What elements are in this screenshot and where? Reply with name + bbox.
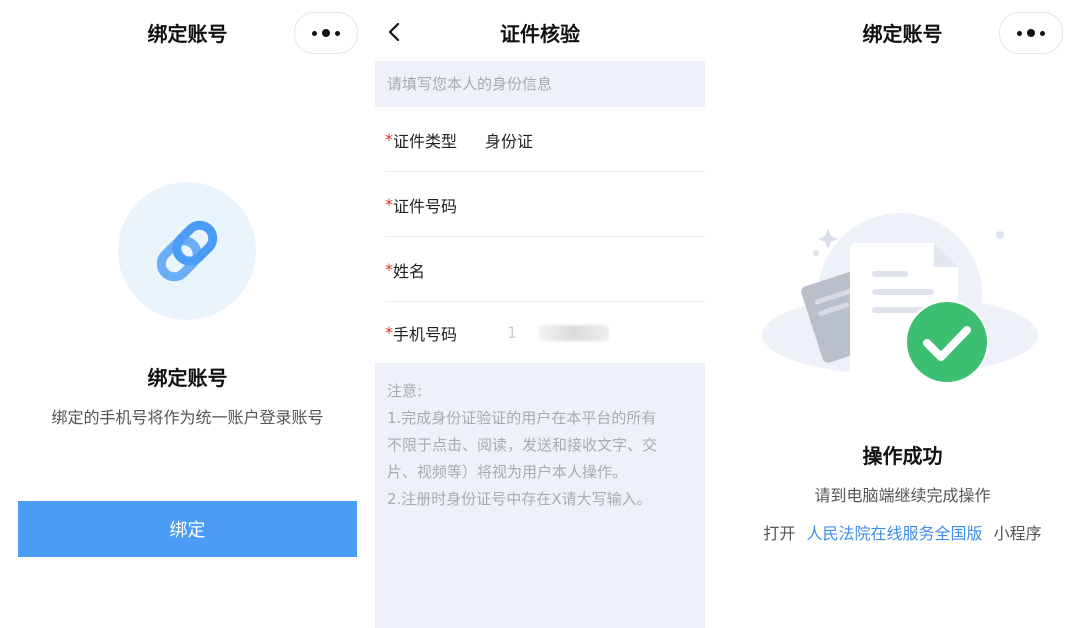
notice-line: 2.注册时身份证号中存在X请大写输入。 (387, 490, 652, 508)
notice-box: 注意: 1.完成身份证验证的用户在本平台的所有 不限于点击、阅读，发送和接收文字… (375, 363, 705, 628)
required-mark: * (385, 260, 393, 279)
required-mark: * (385, 195, 393, 214)
id-type-select[interactable]: 身份证 (485, 128, 533, 152)
phone-input[interactable]: 1 (507, 323, 517, 342)
id-type-row[interactable]: * 证件类型 身份证 (375, 107, 705, 172)
link-icon-badge (118, 182, 256, 320)
success-screen: 绑定账号 操作成功 请到电脑端继续完成操作 打开 人民法院在线服务全国版 小程序 (725, 0, 1080, 628)
success-subtitle: 请到电脑端继续完成操作 (814, 486, 991, 505)
more-dots-icon (312, 30, 317, 36)
blurred-phone-number (539, 324, 610, 341)
name-row[interactable]: * 姓名 (375, 237, 705, 302)
notice-title: 注意: (387, 382, 423, 400)
name-label: 姓名 (393, 261, 426, 281)
id-number-label: 证件号码 (393, 196, 458, 216)
required-mark: * (385, 323, 393, 342)
required-mark: * (385, 130, 393, 149)
phone-row[interactable]: * 手机号码 1 (375, 300, 705, 365)
more-dots-icon (1017, 30, 1022, 36)
phone-label: 手机号码 (393, 324, 458, 344)
id-number-row[interactable]: * 证件号码 (375, 172, 705, 237)
bind-description: 绑定的手机号将作为统一账户登录账号 (51, 408, 324, 427)
bind-heading: 绑定账号 (147, 366, 228, 390)
info-tip: 请填写您本人的身份信息 (375, 61, 705, 107)
bind-account-screen: 绑定账号 绑定账号 绑定的手机号将作为统一账户登录账号 绑定 (0, 0, 375, 628)
id-type-label: 证件类型 (393, 131, 458, 151)
more-menu-button[interactable] (294, 12, 358, 54)
more-menu-button[interactable] (999, 12, 1063, 54)
success-heading: 操作成功 (862, 444, 943, 468)
nav-title: 证件核验 (500, 22, 580, 46)
success-illustration-icon (762, 213, 1038, 384)
bind-button[interactable]: 绑定 (18, 501, 357, 557)
notice-line: 片、视频等）将视为用户本人操作。 (387, 463, 628, 481)
id-verification-screen: 证件核验 请填写您本人的身份信息 * 证件类型 身份证 * 证件号码 * 姓名 … (375, 0, 705, 628)
link-chain-icon (156, 220, 218, 282)
open-prefix: 打开 (763, 524, 796, 543)
notice-line: 1.完成身份证验证的用户在本平台的所有 (387, 409, 657, 427)
open-suffix: 小程序 (993, 524, 1042, 543)
notice-line: 不限于点击、阅读，发送和接收文字、交 (387, 436, 658, 454)
open-miniprogram-text: 打开 人民法院在线服务全国版 小程序 (725, 520, 1080, 544)
miniprogram-link[interactable]: 人民法院在线服务全国版 (806, 524, 982, 543)
